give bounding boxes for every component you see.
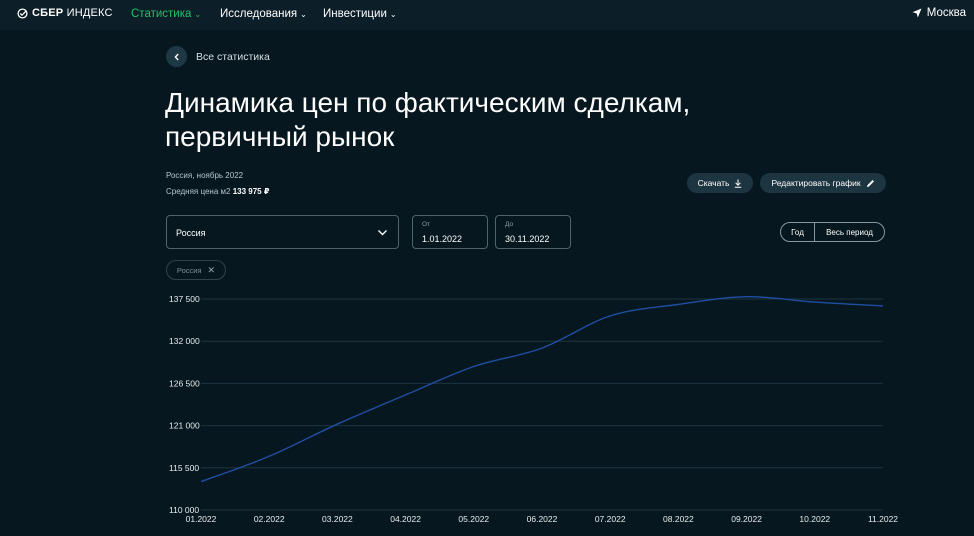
y-tick-label: 121 000 [169, 421, 200, 431]
x-tick-label: 11.2022 [868, 514, 898, 524]
data-point[interactable] [197, 478, 205, 486]
x-tick-label: 07.2022 [595, 514, 626, 524]
data-point[interactable] [879, 302, 887, 310]
x-tick-label: 01.2022 [186, 514, 217, 524]
y-tick-label: 137 500 [169, 294, 200, 304]
y-tick-label: 126 500 [169, 378, 200, 388]
data-point[interactable] [333, 420, 341, 428]
data-point[interactable] [265, 452, 273, 460]
x-tick-label: 08.2022 [663, 514, 694, 524]
data-point[interactable] [606, 312, 614, 320]
y-tick-label: 132 000 [169, 336, 200, 346]
data-point[interactable] [811, 298, 819, 306]
y-tick-label: 115 500 [169, 463, 199, 473]
x-tick-label: 03.2022 [322, 514, 353, 524]
data-point[interactable] [470, 363, 478, 371]
x-tick-label: 04.2022 [390, 514, 421, 524]
price-line-chart: 110 000115 500121 000126 500132 000137 5… [169, 293, 898, 524]
series-line-russia [200, 295, 884, 483]
data-point[interactable] [674, 300, 682, 308]
data-point[interactable] [743, 293, 751, 301]
data-point[interactable] [402, 391, 410, 399]
x-tick-label: 02.2022 [254, 514, 285, 524]
data-point[interactable] [538, 344, 546, 352]
x-tick-label: 05.2022 [458, 514, 489, 524]
x-tick-label: 10.2022 [799, 514, 830, 524]
x-tick-label: 06.2022 [527, 514, 558, 524]
x-tick-label: 09.2022 [731, 514, 762, 524]
